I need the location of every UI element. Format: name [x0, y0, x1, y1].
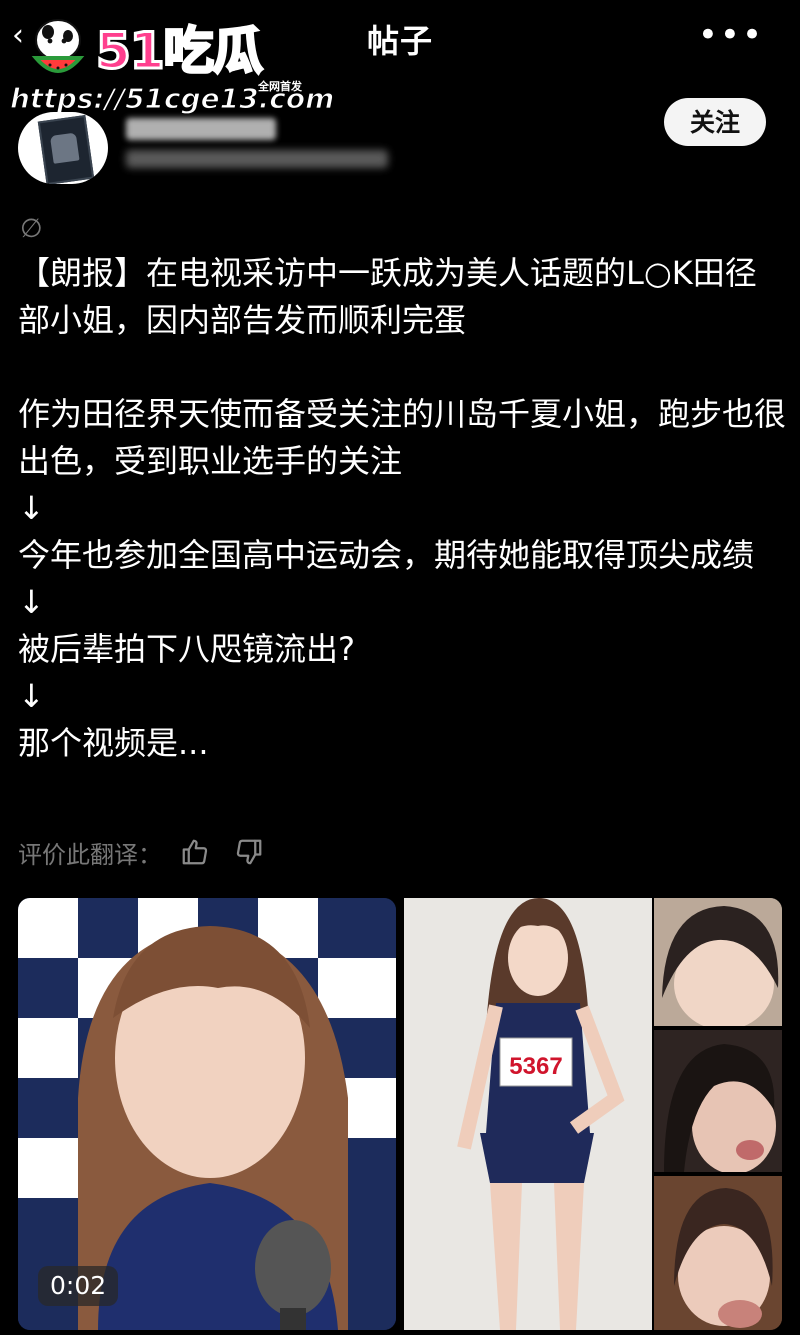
thumbs-down-icon[interactable]	[234, 837, 264, 867]
more-horizontal-icon[interactable]: •••	[698, 18, 764, 52]
post-line: 那个视频是...	[18, 724, 209, 762]
blurred-username[interactable]	[126, 118, 276, 140]
thumbnail-image[interactable]	[654, 1030, 782, 1172]
post-line: ↓	[18, 489, 45, 527]
translation-rating: 评价此翻译：	[18, 832, 288, 872]
blurred-handle	[126, 150, 388, 168]
post-body: 【朗报】在电视采访中一跃成为美人话题的L○K田径部小姐，因内部告发而顺利完蛋 作…	[18, 250, 788, 767]
post-line: 今年也参加全国高中运动会，期待她能取得顶尖成绩	[18, 536, 755, 574]
follow-button[interactable]: 关注	[664, 98, 766, 146]
thumbs-up-icon[interactable]	[180, 837, 210, 867]
no-sign-icon: ∅	[20, 214, 43, 244]
avatar-book-image	[37, 114, 95, 184]
watermark-brand: 51吃瓜	[95, 22, 265, 80]
bib-number: 5367	[509, 1053, 562, 1080]
post-page: ‹ 帖子 ••• 51吃瓜 全网首发 https://51cge13.com 关…	[0, 0, 800, 1335]
watermark-mascot-icon	[31, 19, 85, 73]
post-line: 被后辈拍下八咫镜流出?	[18, 630, 355, 668]
post-line: ↓	[18, 583, 45, 621]
watermark-url: https://51cge13.com	[9, 81, 335, 115]
photo-image[interactable]: 5367	[404, 898, 652, 1330]
thumbnail-image[interactable]	[654, 898, 782, 1026]
avatar[interactable]	[18, 112, 108, 184]
video-duration: 0:02	[38, 1266, 119, 1306]
post-line: 【朗报】在电视采访中一跃成为美人话题的L○K田径部小姐，因内部告发而顺利完蛋	[18, 254, 757, 339]
thumbnail-image[interactable]	[654, 1176, 782, 1330]
post-line: 作为田径界天使而备受关注的川岛千夏小姐，跑步也很出色，受到职业选手的关注	[18, 395, 787, 480]
translation-rating-label: 评价此翻译：	[18, 840, 162, 869]
post-line: ↓	[18, 677, 45, 715]
